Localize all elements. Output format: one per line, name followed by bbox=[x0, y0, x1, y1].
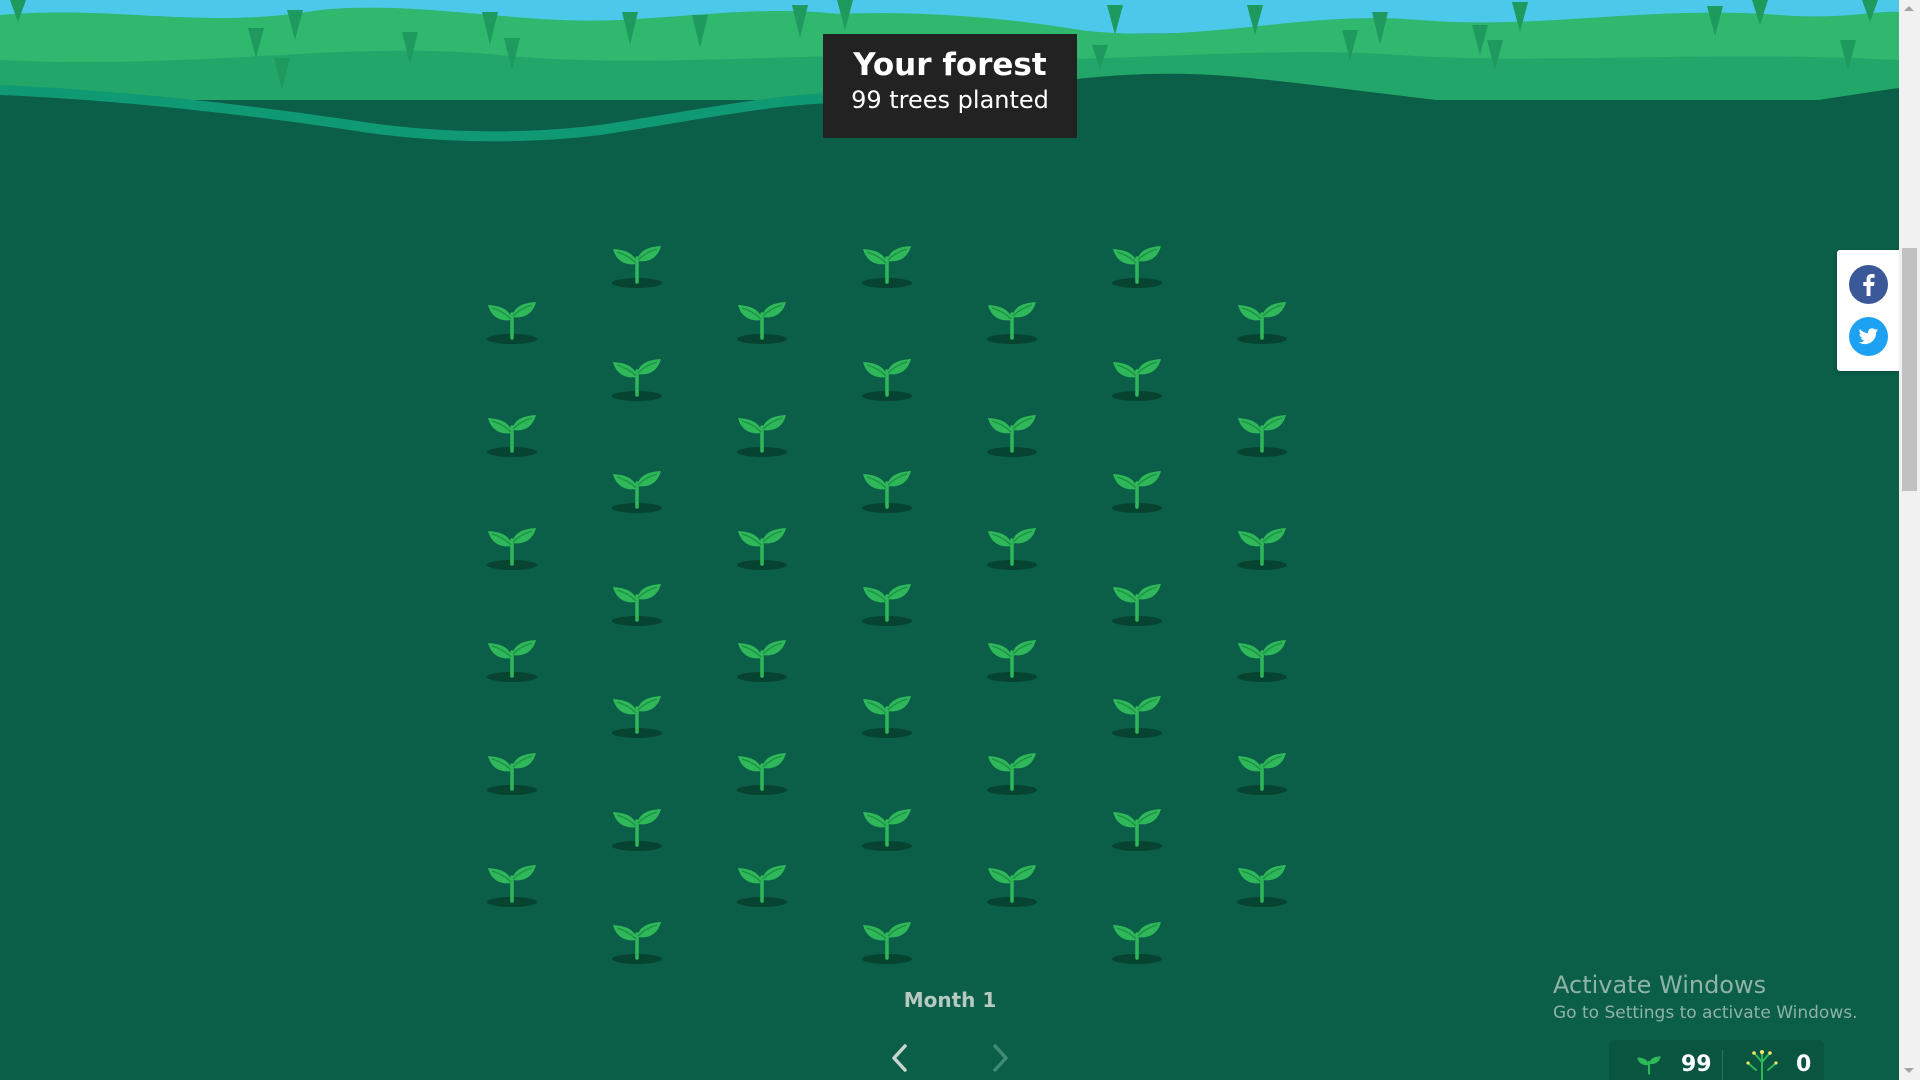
windows-activation-watermark: Activate Windows Go to Settings to activ… bbox=[1553, 970, 1858, 1026]
sapling-icon bbox=[484, 290, 540, 346]
sapling-icon bbox=[1109, 910, 1165, 966]
share-panel bbox=[1837, 250, 1899, 371]
watermark-title: Activate Windows bbox=[1553, 971, 1767, 999]
sapling-icon bbox=[1109, 684, 1165, 740]
sapling-icon bbox=[1109, 234, 1165, 290]
sapling-icon bbox=[859, 234, 915, 290]
sapling-icon bbox=[734, 290, 790, 346]
sapling-icon bbox=[609, 910, 665, 966]
counter-divider bbox=[1722, 1050, 1723, 1080]
facebook-share-button[interactable] bbox=[1849, 265, 1888, 304]
sapling-icon bbox=[1234, 290, 1290, 346]
sapling-icon bbox=[984, 516, 1040, 572]
scroll-up-arrow-icon[interactable] bbox=[1904, 6, 1914, 11]
sapling-icon bbox=[859, 797, 915, 853]
twitter-share-button[interactable] bbox=[1849, 317, 1888, 356]
page-scrollbar[interactable] bbox=[1899, 0, 1920, 1080]
sapling-icon bbox=[734, 741, 790, 797]
sapling-icon bbox=[609, 347, 665, 403]
sapling-icon bbox=[984, 741, 1040, 797]
sapling-icon bbox=[1234, 853, 1290, 909]
sapling-icon bbox=[609, 572, 665, 628]
sapling-icon bbox=[1637, 1056, 1661, 1075]
sapling-icon bbox=[859, 572, 915, 628]
sapling-icon bbox=[1109, 347, 1165, 403]
sapling-icon bbox=[1234, 516, 1290, 572]
sapling-icon bbox=[1109, 459, 1165, 515]
facebook-icon bbox=[1863, 274, 1875, 296]
sapling-icon bbox=[734, 853, 790, 909]
forest-page: Your forest 99 trees planted Month 1 Act… bbox=[0, 0, 1899, 1080]
sapling-icon bbox=[609, 797, 665, 853]
watermark-subtitle: Go to Settings to activate Windows. bbox=[1553, 1003, 1858, 1023]
scrollbar-thumb[interactable] bbox=[1902, 248, 1917, 491]
next-month-button[interactable] bbox=[985, 1040, 1015, 1076]
twitter-icon bbox=[1858, 328, 1878, 345]
sapling-icon bbox=[484, 628, 540, 684]
sapling-icon bbox=[1109, 797, 1165, 853]
sapling-icon bbox=[734, 403, 790, 459]
sapling-icon bbox=[609, 234, 665, 290]
sapling-icon bbox=[859, 347, 915, 403]
sapling-icon bbox=[484, 853, 540, 909]
tree-grid bbox=[0, 0, 1899, 1080]
month-label: Month 1 bbox=[903, 988, 997, 1012]
scroll-down-arrow-icon[interactable] bbox=[1904, 1068, 1914, 1073]
sapling-icon bbox=[609, 684, 665, 740]
sapling-icon bbox=[1234, 741, 1290, 797]
sapling-icon bbox=[484, 516, 540, 572]
fireworks-icon bbox=[1746, 1050, 1778, 1080]
sapling-icon bbox=[1109, 572, 1165, 628]
chevron-right-icon bbox=[993, 1044, 1008, 1072]
sapling-icon bbox=[984, 853, 1040, 909]
sapling-icon bbox=[859, 459, 915, 515]
trees-count-value: 99 bbox=[1681, 1052, 1712, 1077]
sapling-icon bbox=[859, 684, 915, 740]
sapling-icon bbox=[859, 910, 915, 966]
sapling-icon bbox=[1234, 403, 1290, 459]
sapling-icon bbox=[484, 741, 540, 797]
sapling-icon bbox=[984, 628, 1040, 684]
chevron-left-icon bbox=[892, 1044, 907, 1072]
sapling-icon bbox=[734, 516, 790, 572]
fireworks-count-value: 0 bbox=[1796, 1052, 1812, 1077]
sapling-icon bbox=[484, 403, 540, 459]
sapling-icon bbox=[984, 290, 1040, 346]
sapling-icon bbox=[734, 628, 790, 684]
previous-month-button[interactable] bbox=[885, 1040, 915, 1076]
sapling-icon bbox=[1234, 628, 1290, 684]
sapling-icon bbox=[984, 403, 1040, 459]
counter-box: 99 0 bbox=[1609, 1040, 1824, 1080]
sapling-icon bbox=[609, 459, 665, 515]
